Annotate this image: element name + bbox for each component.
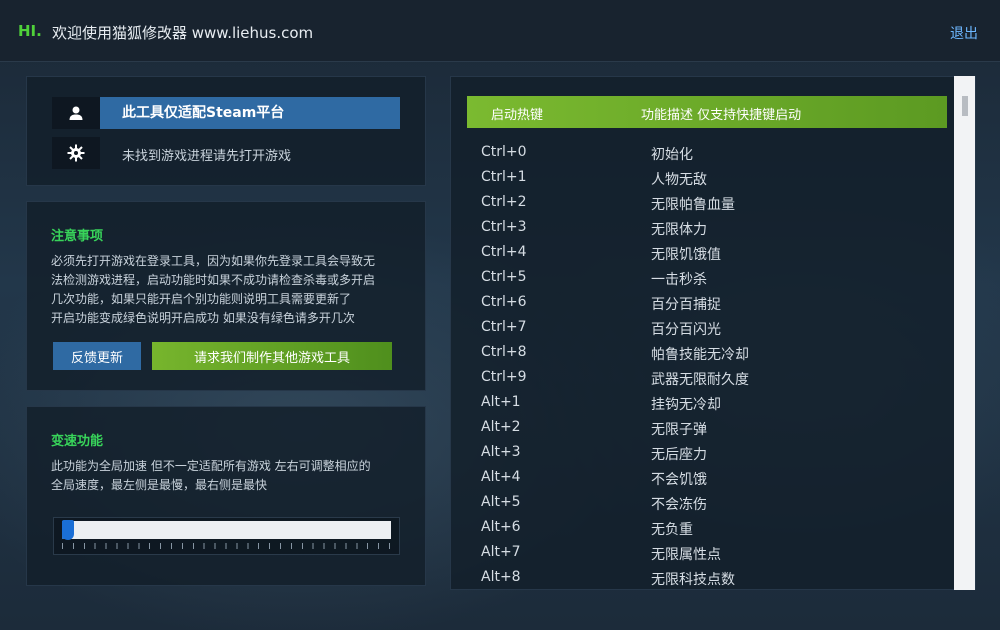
hotkey-row: Alt+1 挂钩无冷却 <box>467 391 947 416</box>
speed-line: 全局速度，最左侧是最慢，最右侧是最快 <box>51 478 268 492</box>
hotkey-desc: 不会冻伤 <box>651 497 707 513</box>
app-window: HI. 欢迎使用猫狐修改器 www.liehus.com 退出 此工具仅适配St… <box>0 0 1000 630</box>
feedback-button[interactable]: 反馈更新 <box>53 342 141 370</box>
slider-ticks <box>62 543 391 549</box>
hotkey-list: Ctrl+0 初始化 Ctrl+1 人物无敌 Ctrl+2 无限帕鲁血量 Ctrl+3 无限体… <box>467 141 947 589</box>
hotkey-desc: 无负重 <box>651 522 693 538</box>
hotkey-key: Alt+3 <box>481 444 521 460</box>
hotkey-row: Ctrl+3 无限体力 <box>467 216 947 241</box>
hotkey-desc: 无限饥饿值 <box>651 247 721 263</box>
hotkey-row: Alt+6 无负重 <box>467 516 947 541</box>
hotkey-key: Alt+8 <box>481 569 521 585</box>
hotkey-desc: 武器无限耐久度 <box>651 372 749 388</box>
hotkey-desc: 初始化 <box>651 147 693 163</box>
hotkey-desc: 人物无敌 <box>651 172 707 188</box>
hotkey-key: Ctrl+7 <box>481 319 527 335</box>
hotkey-desc: 无限子弹 <box>651 422 707 438</box>
hotkey-desc: 无限帕鲁血量 <box>651 197 735 213</box>
top-bar: HI. 欢迎使用猫狐修改器 www.liehus.com 退出 <box>0 0 1000 62</box>
hotkey-desc: 无限科技点数 <box>651 572 735 588</box>
scrollbar[interactable] <box>954 76 975 590</box>
hotkey-key: Ctrl+5 <box>481 269 527 285</box>
hotkey-row: Alt+7 无限属性点 <box>467 541 947 566</box>
hotkey-row: Ctrl+7 百分百闪光 <box>467 316 947 341</box>
hotkey-desc: 百分百捕捉 <box>651 297 721 313</box>
hotkey-row: Ctrl+9 武器无限耐久度 <box>467 366 947 391</box>
notice-text: 必须先打开游戏在登录工具，因为如果你先登录工具会导致无 法检测游戏进程，启动功能… <box>51 252 411 328</box>
hotkey-panel: 启动热键 功能描述 仅支持快捷键启动 Ctrl+0 初始化 Ctrl+1 人物无敌 Ct… <box>450 76 976 590</box>
request-tool-button[interactable]: 请求我们制作其他游戏工具 <box>152 342 392 370</box>
notice-line: 几次功能，如果只能开启个别功能则说明工具需要更新了 <box>51 292 352 306</box>
hotkey-row: Ctrl+5 一击秒杀 <box>467 266 947 291</box>
hotkey-desc: 一击秒杀 <box>651 272 707 288</box>
speed-description: 此功能为全局加速 但不一定适配所有游戏 左右可调整相应的 全局速度，最左侧是最慢… <box>51 457 411 495</box>
hotkey-row: Alt+2 无限子弹 <box>467 416 947 441</box>
hotkey-key: Ctrl+6 <box>481 294 527 310</box>
hotkey-desc: 无后座力 <box>651 447 707 463</box>
app-title: 欢迎使用猫狐修改器 www.liehus.com <box>52 24 314 42</box>
speed-slider[interactable] <box>53 517 400 555</box>
hotkey-key: Ctrl+0 <box>481 144 527 160</box>
hotkey-row: Alt+3 无后座力 <box>467 441 947 466</box>
hotkey-key: Ctrl+8 <box>481 344 527 360</box>
hotkey-table-header: 启动热键 功能描述 仅支持快捷键启动 <box>467 96 947 128</box>
user-icon <box>52 97 100 129</box>
hotkey-row: Ctrl+6 百分百捕捉 <box>467 291 947 316</box>
notice-line: 必须先打开游戏在登录工具，因为如果你先登录工具会导致无 <box>51 254 376 268</box>
hotkey-key: Alt+2 <box>481 419 521 435</box>
hotkey-key: Ctrl+4 <box>481 244 527 260</box>
hotkey-key: Ctrl+9 <box>481 369 527 385</box>
hotkey-desc: 挂钩无冷却 <box>651 397 721 413</box>
hotkey-key: Ctrl+3 <box>481 219 527 235</box>
hotkey-key: Alt+5 <box>481 494 521 510</box>
slider-track[interactable] <box>62 520 391 540</box>
hotkey-desc: 无限体力 <box>651 222 707 238</box>
hotkey-row: Alt+5 不会冻伤 <box>467 491 947 516</box>
hotkey-row: Ctrl+8 帕鲁技能无冷却 <box>467 341 947 366</box>
notice-line: 开启功能变成绿色说明开启成功 如果没有绿色请多开几次 <box>51 311 355 325</box>
hotkey-key: Ctrl+2 <box>481 194 527 210</box>
logout-link[interactable]: 退出 <box>950 23 978 43</box>
hotkey-key: Ctrl+1 <box>481 169 527 185</box>
gear-icon <box>52 137 100 169</box>
greeting: HI. <box>18 22 42 40</box>
col-key-header: 启动热键 <box>491 108 544 123</box>
hotkey-key: Alt+6 <box>481 519 521 535</box>
col-desc-header: 功能描述 仅支持快捷键启动 <box>641 108 802 123</box>
platform-label: 此工具仅适配Steam平台 <box>100 97 400 129</box>
hotkey-key: Alt+7 <box>481 544 521 560</box>
process-status: 未找到游戏进程请先打开游戏 <box>122 149 292 164</box>
scrollbar-thumb[interactable] <box>962 96 968 116</box>
hotkey-row: Alt+8 无限科技点数 <box>467 566 947 589</box>
hotkey-desc: 帕鲁技能无冷却 <box>651 347 749 363</box>
hotkey-row: Ctrl+4 无限饥饿值 <box>467 241 947 266</box>
speed-title: 变速功能 <box>51 434 104 449</box>
hotkey-desc: 不会饥饿 <box>651 472 707 488</box>
speed-panel: 变速功能 此功能为全局加速 但不一定适配所有游戏 左右可调整相应的 全局速度，最… <box>26 406 426 586</box>
slider-thumb[interactable] <box>62 520 74 540</box>
notice-line: 法检测游戏进程，启动功能时如果不成功请检查杀毒或多开启 <box>51 273 376 287</box>
hotkey-row: Ctrl+0 初始化 <box>467 141 947 166</box>
notice-title: 注意事项 <box>51 229 104 244</box>
status-panel: 此工具仅适配Steam平台 未找到游戏进程请先打开游戏 <box>26 76 426 186</box>
hotkey-row: Alt+4 不会饥饿 <box>467 466 947 491</box>
hotkey-desc: 百分百闪光 <box>651 322 721 338</box>
hotkey-desc: 无限属性点 <box>651 547 721 563</box>
hotkey-key: Alt+4 <box>481 469 521 485</box>
hotkey-row: Ctrl+2 无限帕鲁血量 <box>467 191 947 216</box>
speed-line: 此功能为全局加速 但不一定适配所有游戏 左右可调整相应的 <box>51 459 371 473</box>
hotkey-row: Ctrl+1 人物无敌 <box>467 166 947 191</box>
notice-panel: 注意事项 必须先打开游戏在登录工具，因为如果你先登录工具会导致无 法检测游戏进程… <box>26 201 426 391</box>
hotkey-key: Alt+1 <box>481 394 521 410</box>
